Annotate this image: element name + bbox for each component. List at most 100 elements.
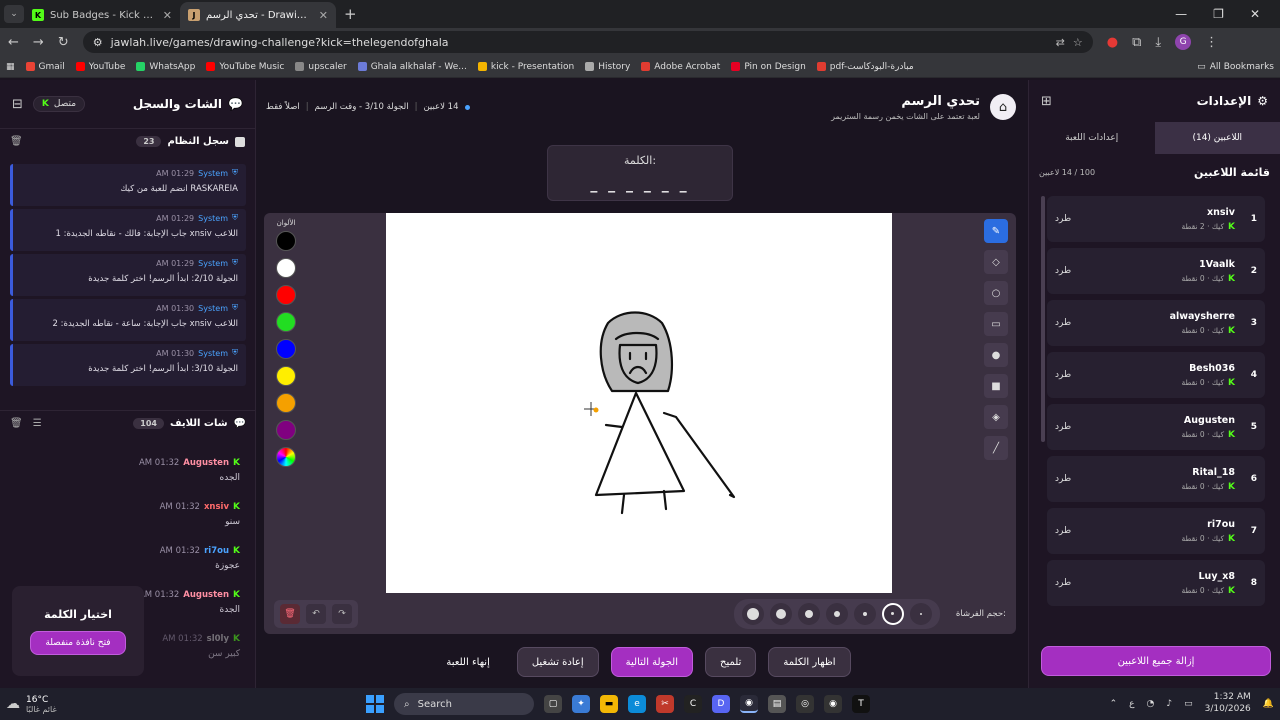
brush-size-option[interactable] [853, 602, 876, 625]
weather-widget[interactable]: ☁ 16°C غائم غالبًا [6, 695, 196, 714]
pencil-icon[interactable]: ✎ [984, 219, 1008, 243]
trash-icon[interactable]: 🗑 [10, 418, 23, 429]
filled-circle-icon[interactable]: ● [984, 343, 1008, 367]
bookmark-item[interactable]: kick - Presentation [477, 62, 574, 72]
bookmark-item[interactable]: History [585, 62, 630, 72]
color-swatch-green[interactable] [276, 312, 296, 332]
next-round-button[interactable]: الجولة التالية [610, 647, 694, 677]
battery-icon[interactable]: ▭ [1184, 699, 1193, 709]
drawing-canvas[interactable] [386, 213, 892, 593]
tab-players[interactable]: اللاعبين (14) [1154, 122, 1280, 154]
bookmark-item[interactable]: Gmail [25, 62, 65, 72]
remove-all-players-button[interactable]: إزالة جميع اللاعبين [1041, 646, 1271, 676]
color-swatch-red[interactable] [276, 285, 296, 305]
color-swatch-orange[interactable] [276, 393, 296, 413]
menu-kebab-icon[interactable]: ⋮ [1205, 35, 1218, 50]
trash-icon[interactable]: 🗑 [10, 136, 23, 147]
file-explorer-icon[interactable]: ▬ [600, 695, 618, 713]
list-icon[interactable]: ☰ [33, 418, 42, 429]
forward-icon[interactable]: → [33, 35, 44, 50]
site-info-icon[interactable]: ⚙ [93, 36, 103, 49]
chevron-up-icon[interactable]: ⌃ [1110, 699, 1118, 709]
brush-size-option[interactable] [797, 602, 820, 625]
color-swatch-blue[interactable] [276, 339, 296, 359]
chrome-icon[interactable]: ◉ [740, 695, 758, 713]
bookmark-item[interactable]: WhatsApp [136, 62, 195, 72]
bookmark-item[interactable]: Ghala alkhalaf - We... [357, 62, 467, 72]
clear-canvas-icon[interactable]: 🗑 [280, 603, 300, 624]
custom-color-picker[interactable] [276, 447, 296, 467]
address-bar[interactable]: ⚙ jawlah.live/games/drawing-challenge?ki… [82, 31, 1093, 53]
fill-bucket-icon[interactable]: ◈ [984, 405, 1008, 429]
home-icon[interactable]: ⌂ [990, 94, 1016, 120]
hint-button[interactable]: تلميح [705, 647, 757, 677]
brush-size-option[interactable] [909, 602, 932, 625]
players-scrollbar[interactable] [1041, 196, 1045, 442]
minimize-icon[interactable]: — [1175, 7, 1187, 21]
all-bookmarks[interactable]: ▭ All Bookmarks [1197, 62, 1274, 72]
volume-icon[interactable]: ♪ [1166, 699, 1172, 709]
bookmark-item[interactable]: upscaler [295, 62, 347, 72]
username[interactable]: xnsiv [204, 502, 229, 512]
snipping-tool-icon[interactable]: ✂ [656, 695, 674, 713]
kick-player-button[interactable]: طرد [1055, 474, 1071, 484]
kick-player-button[interactable]: طرد [1055, 526, 1071, 536]
capcut-icon[interactable]: C [684, 695, 702, 713]
circle-icon[interactable]: ○ [984, 281, 1008, 305]
undo-icon[interactable]: ↶ [306, 603, 326, 624]
kick-player-button[interactable]: طرد [1055, 578, 1071, 588]
kick-player-button[interactable]: طرد [1055, 370, 1071, 380]
color-swatch-black[interactable] [276, 231, 296, 251]
obs-icon[interactable]: ◎ [796, 695, 814, 713]
chrome-alt-icon[interactable]: ◉ [824, 695, 842, 713]
extension-icon[interactable]: ● [1107, 35, 1118, 50]
edge-icon[interactable]: e [628, 695, 646, 713]
open-popup-button[interactable]: فتح نافذة منفصلة [30, 630, 126, 655]
wifi-icon[interactable]: ◔ [1147, 699, 1155, 709]
new-tab-icon[interactable]: + [344, 5, 357, 23]
color-swatch-purple[interactable] [276, 420, 296, 440]
download-icon[interactable]: ⤓ [1155, 35, 1161, 50]
collapse-panel-icon[interactable]: ⊞ [1041, 94, 1052, 109]
extensions-puzzle-icon[interactable]: ⧉ [1132, 35, 1141, 50]
bookmark-star-icon[interactable]: ☆ [1073, 36, 1083, 49]
discord-icon[interactable]: D [712, 695, 730, 713]
line-icon[interactable]: ╱ [984, 436, 1008, 460]
tab-game-settings[interactable]: إعدادات اللعبة [1029, 122, 1155, 154]
keyboard-language-icon[interactable]: ع [1129, 699, 1134, 709]
close-tab-icon[interactable]: ✕ [163, 9, 172, 22]
brush-size-option-selected[interactable] [881, 602, 904, 625]
username[interactable]: sl0ly [207, 634, 229, 644]
bookmark-item[interactable]: YouTube [75, 62, 125, 72]
bookmark-item[interactable]: YouTube Music [206, 62, 284, 72]
collapse-panel-icon[interactable]: ⊟ [12, 97, 23, 112]
brush-size-option[interactable] [741, 602, 764, 625]
eraser-icon[interactable]: ◇ [984, 250, 1008, 274]
translate-icon[interactable]: ⇄ [1056, 36, 1065, 49]
kick-player-button[interactable]: طرد [1055, 422, 1071, 432]
kick-player-button[interactable]: طرد [1055, 318, 1071, 328]
show-word-button[interactable]: اظهار الكلمة [768, 647, 851, 677]
end-game-button[interactable]: إنهاء اللعبة [431, 647, 504, 677]
filled-rect-icon[interactable]: ■ [984, 374, 1008, 398]
username[interactable]: Augusten [183, 590, 229, 600]
apps-grid-icon[interactable]: ▦ [6, 62, 15, 72]
kick-player-button[interactable]: طرد [1055, 266, 1071, 276]
username[interactable]: ri7ou [204, 546, 229, 556]
close-window-icon[interactable]: ✕ [1250, 7, 1260, 21]
browser-tab-kick[interactable]: K Sub Badges - Kick Dashboard ✕ [24, 2, 180, 28]
windows-start-icon[interactable] [366, 695, 384, 713]
bookmark-item[interactable]: Adobe Acrobat [641, 62, 720, 72]
bookmark-item[interactable]: Pin on Design [731, 62, 806, 72]
browser-tab-drawing[interactable]: J تحدي الرسم - Drawing Challenge ✕ [180, 2, 336, 28]
tab-search-button[interactable]: ⌄ [4, 5, 24, 23]
clock[interactable]: 1:32 AM 3/10/2026 [1205, 692, 1251, 715]
taskbar-search[interactable]: ⌕ Search [394, 693, 534, 715]
bookmark-item[interactable]: pdf-مبادرة-البودكاست [816, 62, 914, 72]
rect-icon[interactable]: ▭ [984, 312, 1008, 336]
reload-icon[interactable]: ↻ [58, 35, 69, 50]
username[interactable]: Augusten [183, 458, 229, 468]
brush-size-option[interactable] [825, 602, 848, 625]
restart-button[interactable]: إعادة تشغيل [516, 647, 599, 677]
typora-icon[interactable]: T [852, 695, 870, 713]
